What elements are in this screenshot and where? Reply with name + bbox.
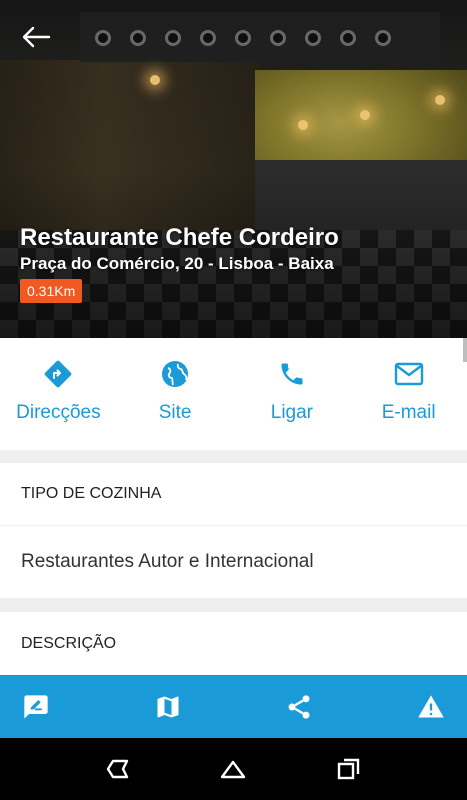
scrollbar[interactable] xyxy=(463,338,467,362)
restaurant-name: Restaurante Chefe Cordeiro xyxy=(20,224,339,251)
warning-icon xyxy=(418,694,444,717)
bottom-toolbar xyxy=(0,675,467,738)
nav-recents-button[interactable] xyxy=(329,749,369,789)
share-button[interactable] xyxy=(283,691,315,723)
home-nav-icon xyxy=(221,760,246,779)
directions-icon xyxy=(42,358,74,390)
description-heading: DESCRIÇÃO xyxy=(0,612,467,675)
call-label: Ligar xyxy=(270,402,313,423)
map-icon xyxy=(157,696,179,717)
nav-home-button[interactable] xyxy=(213,749,253,789)
nav-back-button[interactable] xyxy=(98,749,138,789)
actions-row: Direcções Site Ligar E-mail xyxy=(0,338,467,450)
distance-badge: 0.31Km xyxy=(20,279,83,303)
phone-icon xyxy=(276,358,308,390)
site-button[interactable]: Site xyxy=(117,338,234,450)
site-label: Site xyxy=(158,402,192,423)
directions-button[interactable]: Direcções xyxy=(0,338,117,450)
review-icon xyxy=(24,694,48,719)
call-button[interactable]: Ligar xyxy=(234,338,351,450)
arrow-left-icon xyxy=(22,26,51,48)
back-button[interactable] xyxy=(16,20,56,54)
directions-label: Direcções xyxy=(16,402,101,423)
email-label: E-mail xyxy=(381,402,436,423)
review-button[interactable] xyxy=(20,691,52,723)
mail-icon xyxy=(393,358,425,390)
email-button[interactable]: E-mail xyxy=(350,338,467,450)
restaurant-address: Praça do Comércio, 20 - Lisboa - Baixa xyxy=(20,254,334,273)
back-nav-icon xyxy=(106,759,129,779)
share-icon xyxy=(288,694,310,719)
map-button[interactable] xyxy=(152,691,184,723)
system-nav-bar xyxy=(0,738,467,800)
cuisine-value: Restaurantes Autor e Internacional xyxy=(0,526,467,598)
cuisine-heading: TIPO DE COZINHA xyxy=(0,463,467,525)
hero-image: Restaurante Chefe Cordeiro Praça do Comé… xyxy=(0,0,467,338)
globe-icon xyxy=(159,358,191,390)
report-button[interactable] xyxy=(415,691,447,723)
recents-nav-icon xyxy=(337,758,360,780)
